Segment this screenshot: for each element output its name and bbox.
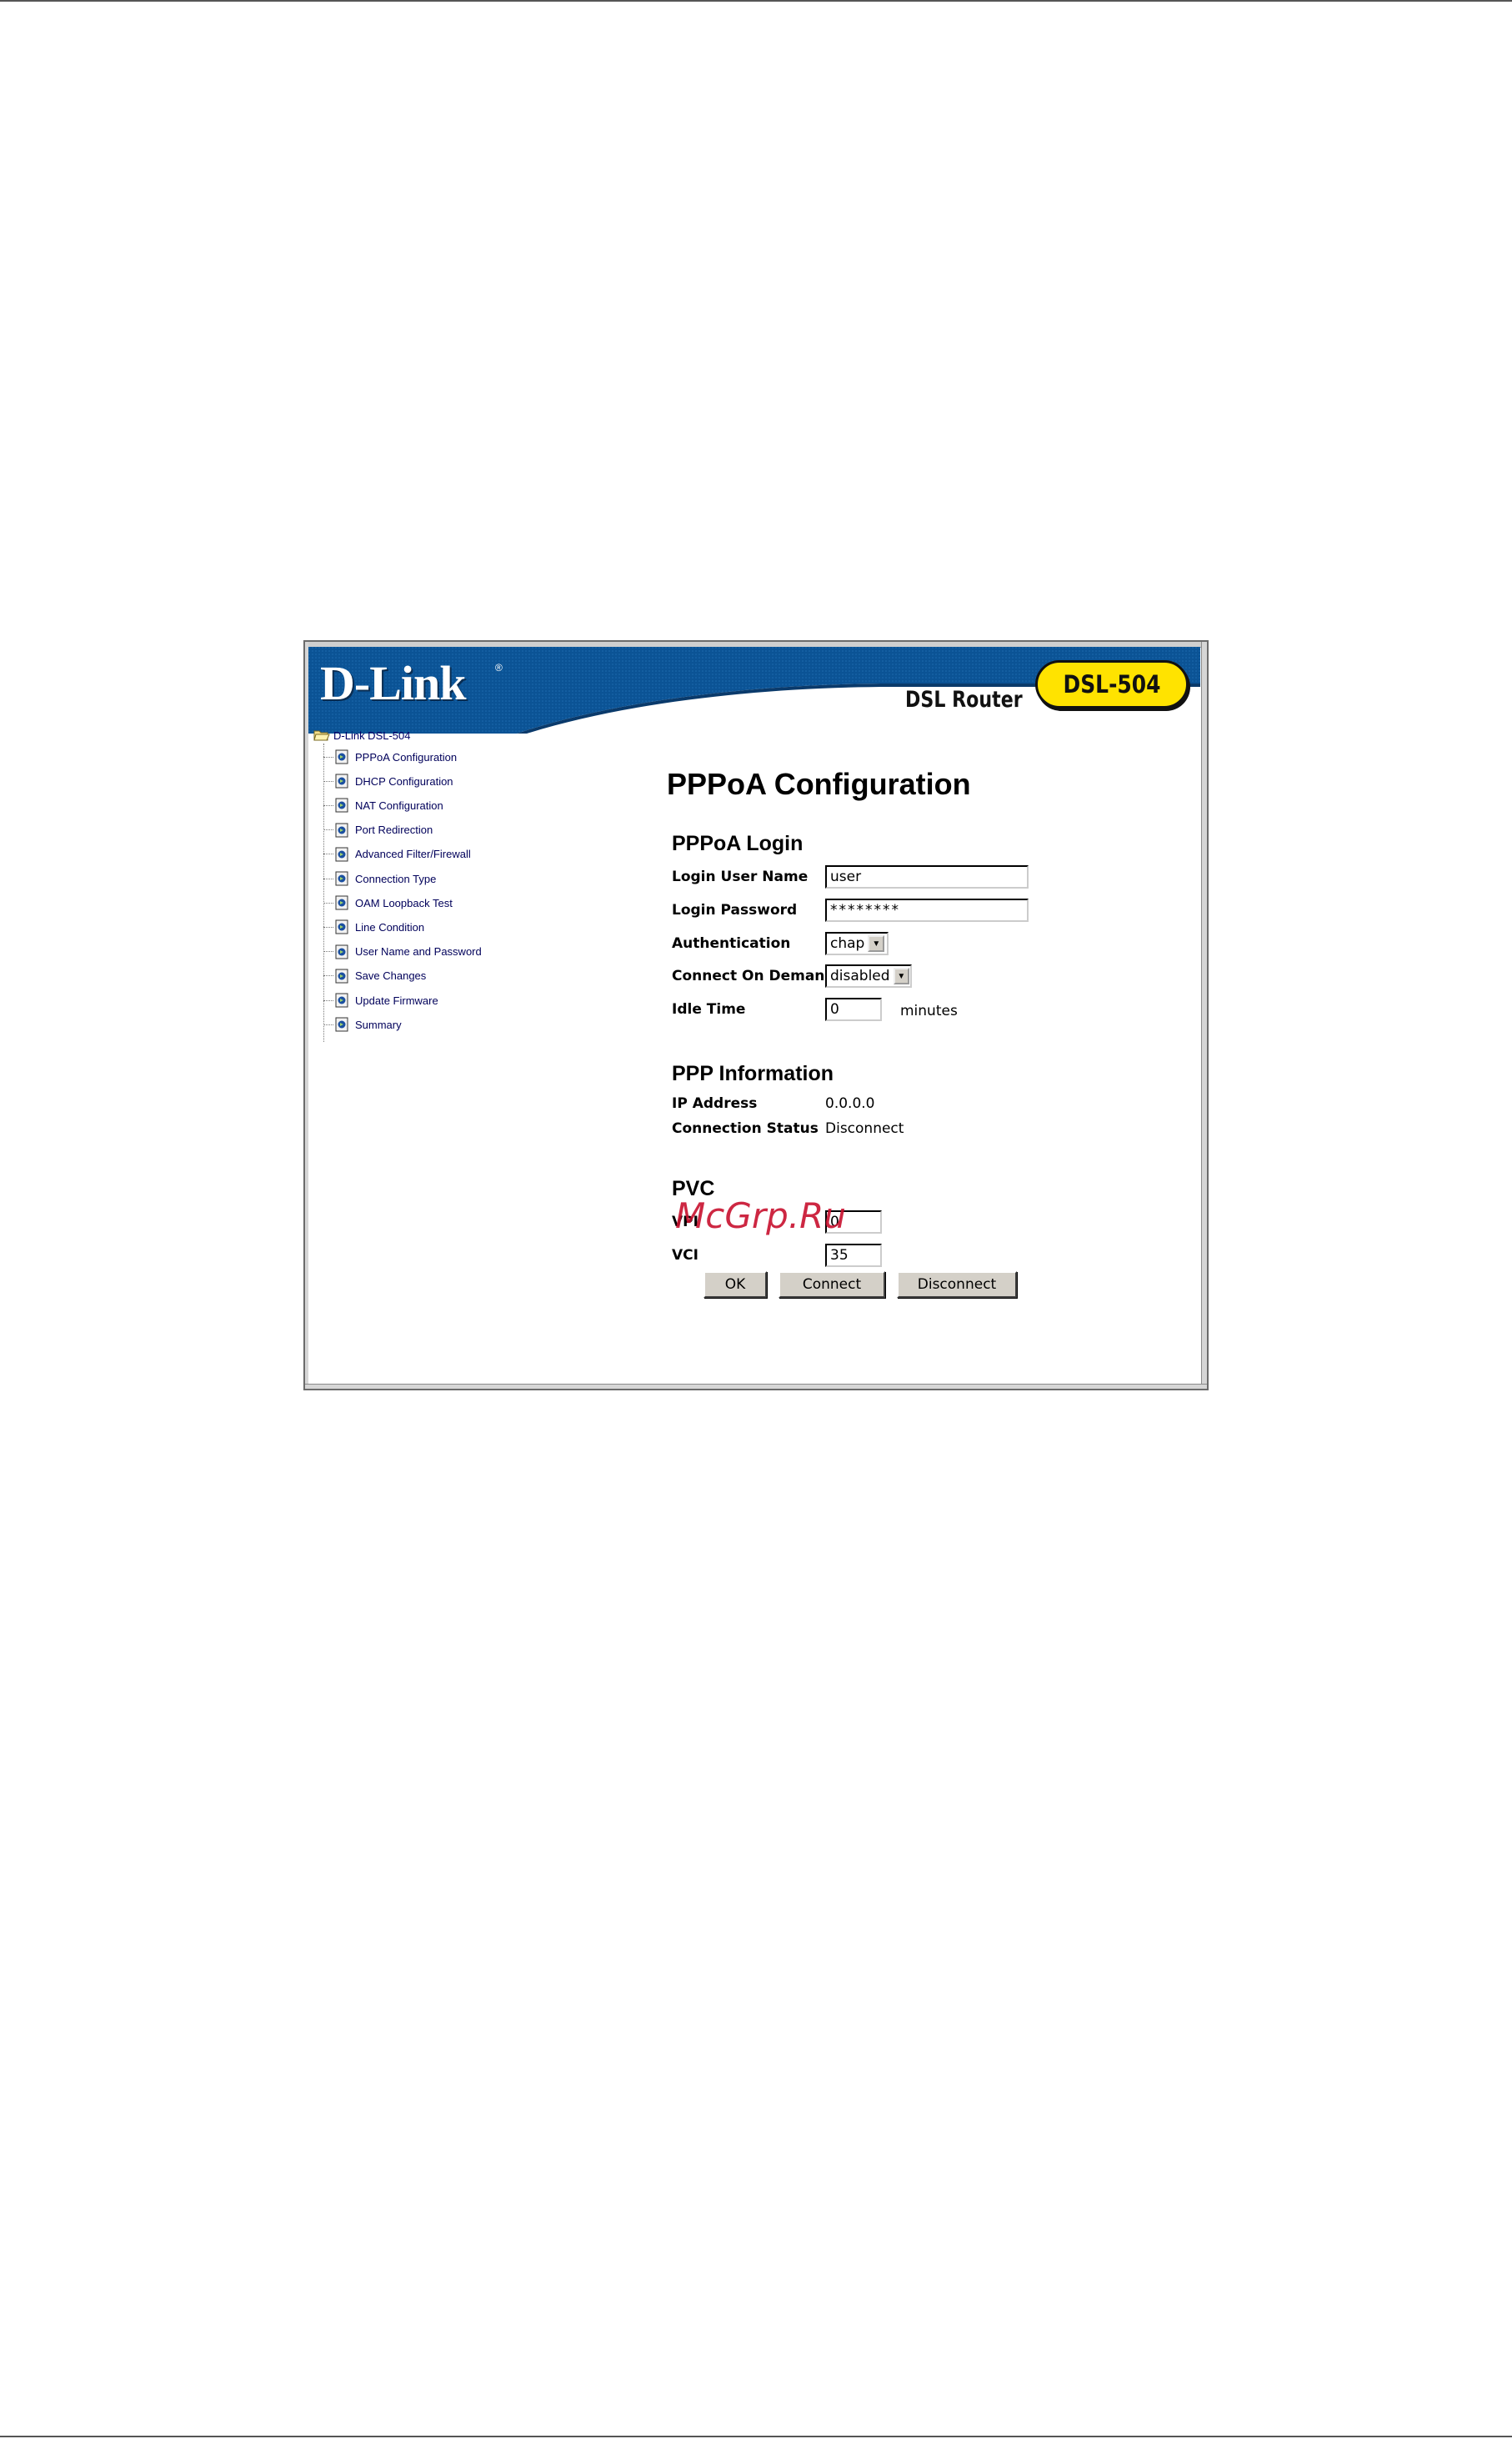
page-icon <box>335 1017 348 1032</box>
connection-status-value: Disconnect <box>825 1120 904 1137</box>
tree-connector <box>323 951 333 953</box>
tree-item[interactable]: Line Condition <box>323 917 424 937</box>
header-banner: D-Link ® DSL Router DSL-504 <box>308 647 1200 734</box>
router-config-screenshot: D-Link ® DSL Router DSL-504 D-Link DSL-5… <box>303 640 1209 1390</box>
login-username-label: Login User Name <box>672 869 809 885</box>
tree-item[interactable]: Update Firmware <box>323 990 438 1010</box>
tree-connector <box>323 804 333 806</box>
chevron-down-icon: ▼ <box>893 968 909 984</box>
vci-label: VCI <box>672 1247 698 1264</box>
tree-item-label: Advanced Filter/Firewall <box>355 848 471 861</box>
ip-address-value: 0.0.0.0 <box>825 1095 875 1112</box>
tree-connector <box>323 756 333 758</box>
ok-button[interactable]: OK <box>703 1271 767 1298</box>
ip-address-label: IP Address <box>672 1095 758 1112</box>
page-bottom-rule <box>0 2436 1512 2437</box>
page-icon <box>335 823 348 838</box>
idle-time-input[interactable] <box>825 998 882 1021</box>
idle-time-unit: minutes <box>900 1003 958 1019</box>
authentication-label: Authentication <box>672 935 791 952</box>
tree-item-label: OAM Loopback Test <box>355 896 453 909</box>
page-title: PPPoA Configuration <box>667 767 971 801</box>
page-icon <box>335 969 348 984</box>
tree-item[interactable]: Advanced Filter/Firewall <box>323 844 471 864</box>
connect-button[interactable]: Connect <box>779 1271 885 1298</box>
connect-on-demand-select[interactable]: disabled ▼ <box>825 964 912 988</box>
page-icon <box>335 847 348 862</box>
window-scrollbar[interactable] <box>1201 642 1207 1389</box>
tree-connector <box>323 829 333 831</box>
window-bottom-edge <box>305 1384 1207 1389</box>
login-password-label: Login Password <box>672 902 798 919</box>
tree-item[interactable]: Port Redirection <box>323 820 433 840</box>
tree-root-label: D-Link DSL-504 <box>333 729 411 742</box>
tree-item[interactable]: PPPoA Configuration <box>323 747 457 767</box>
tree-item[interactable]: DHCP Configuration <box>323 771 453 791</box>
section-title-pppoa-login: PPPoA Login <box>672 832 804 855</box>
open-folder-icon <box>313 730 330 741</box>
tree-connector <box>323 902 333 904</box>
tree-connector <box>323 926 333 928</box>
tree-root[interactable]: D-Link DSL-504 <box>313 725 411 745</box>
page-icon <box>335 871 348 886</box>
section-title-ppp-information: PPP Information <box>672 1062 834 1085</box>
login-username-input[interactable] <box>825 865 1029 889</box>
connection-status-label: Connection Status <box>672 1120 819 1137</box>
tree-item[interactable]: Summary <box>323 1014 402 1034</box>
page-icon <box>335 798 348 813</box>
tree-connector <box>323 1024 333 1025</box>
tree-connector <box>323 975 333 977</box>
idle-time-label: Idle Time <box>672 1001 746 1018</box>
tree-item[interactable]: NAT Configuration <box>323 795 443 815</box>
main-content: PPPoA Configuration PPPoA Login Login Us… <box>663 750 1197 1367</box>
tree-connector <box>323 999 333 1001</box>
chevron-down-icon: ▼ <box>868 935 885 952</box>
tree-item[interactable]: OAM Loopback Test <box>323 893 453 913</box>
authentication-select[interactable]: chap ▼ <box>825 932 889 955</box>
page-top-rule <box>0 0 1512 2</box>
tree-item-label: DHCP Configuration <box>355 774 453 788</box>
tree-item-label: Line Condition <box>355 920 425 934</box>
tree-item-label: Connection Type <box>355 872 437 885</box>
page-icon <box>335 919 348 934</box>
authentication-selected: chap <box>830 935 865 952</box>
product-name: DSL Router <box>905 687 1023 713</box>
login-password-input[interactable] <box>825 899 1029 922</box>
tree-item-label: Port Redirection <box>355 824 433 837</box>
page-icon <box>335 993 348 1008</box>
connect-on-demand-label: Connect On Demand <box>672 968 835 984</box>
model-badge: DSL-504 <box>1035 660 1189 709</box>
tree-item[interactable]: Connection Type <box>323 869 436 889</box>
vci-input[interactable] <box>825 1244 882 1267</box>
connect-on-demand-selected: disabled <box>830 968 890 984</box>
tree-item-label: PPPoA Configuration <box>355 750 458 764</box>
tree-item-label: NAT Configuration <box>355 799 443 812</box>
tree-connector <box>323 780 333 782</box>
trademark-mark: ® <box>495 662 503 674</box>
page-icon <box>335 895 348 910</box>
watermark: McGrp.Ru <box>675 1195 846 1236</box>
tree-item-label: Summary <box>355 1018 402 1031</box>
dlink-logo: D-Link <box>320 656 467 710</box>
tree-item-label: Update Firmware <box>355 994 438 1007</box>
disconnect-button[interactable]: Disconnect <box>897 1271 1017 1298</box>
page-icon <box>335 749 348 764</box>
page-icon <box>335 944 348 959</box>
model-label: DSL-504 <box>1063 670 1161 699</box>
tree-item[interactable]: User Name and Password <box>323 942 482 962</box>
page-icon <box>335 774 348 789</box>
tree-item-label: User Name and Password <box>355 945 482 959</box>
tree-item-label: Save Changes <box>355 969 427 983</box>
nav-tree: D-Link DSL-504 PPPoA Configuration DHCP C… <box>308 725 658 1125</box>
tree-item[interactable]: Save Changes <box>323 966 426 986</box>
